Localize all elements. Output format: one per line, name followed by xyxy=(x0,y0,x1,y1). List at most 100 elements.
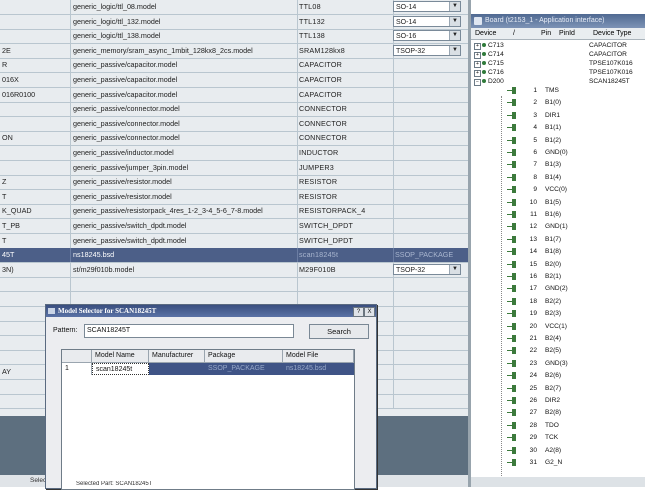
pin-row[interactable]: 9 VCC(0) xyxy=(471,185,645,194)
cell-c1[interactable]: generic_logic/ttl_132.model xyxy=(70,14,298,29)
cell-c2[interactable]: RESISTOR xyxy=(297,175,394,190)
cell-c1[interactable]: generic_passive/switch_dpdt.model xyxy=(70,219,298,233)
cell-c0[interactable]: 45T xyxy=(0,248,71,263)
pin-row[interactable]: 31 G2_N xyxy=(471,458,645,467)
cell-c3[interactable] xyxy=(393,350,467,364)
cell-c1[interactable]: generic_passive/capacitor.model xyxy=(70,73,298,87)
expand-icon[interactable]: + xyxy=(474,52,481,59)
header-device[interactable]: Device xyxy=(475,28,496,39)
cell-c2[interactable]: CONNECTOR xyxy=(297,102,394,117)
pin-row[interactable]: 28 TDO xyxy=(471,421,645,430)
cell-c3[interactable] xyxy=(393,190,467,204)
table-row[interactable]: Tgeneric_passive/resistor.model RESISTOR xyxy=(0,189,468,205)
table-row[interactable]: 45T ns18245.bsd scan18245t SSOP_PACKAGE xyxy=(0,248,468,264)
cell-c3[interactable] xyxy=(393,336,467,350)
cell-c3[interactable] xyxy=(393,131,467,145)
cell-c3[interactable] xyxy=(393,292,467,306)
cell-package[interactable]: SSOP_PACKAGE xyxy=(205,363,283,375)
cell-c1[interactable]: ns18245.bsd xyxy=(70,248,298,263)
pin-row[interactable]: 15 B2(0) xyxy=(471,260,645,269)
cell-c3[interactable]: SSOP_PACKAGE xyxy=(393,248,467,262)
cell-c2[interactable]: INDUCTOR xyxy=(297,146,394,160)
pin-row[interactable]: 23 GND(3) xyxy=(471,359,645,368)
pin-row[interactable]: 22 B2(5) xyxy=(471,346,645,355)
cell-c3[interactable] xyxy=(393,175,467,189)
table-row[interactable]: ON generic_passive/connector.model CONNECT… xyxy=(0,131,468,147)
package-select[interactable]: TSOP-32 ▼ xyxy=(393,263,461,275)
table-row[interactable]: generic_passive/jumper_3pin.model JUMPER3 xyxy=(0,160,468,176)
cell-c3[interactable] xyxy=(393,58,467,72)
cell-c2[interactable]: TTL08 xyxy=(297,0,394,14)
pin-row[interactable]: 27 B2(8) xyxy=(471,408,645,417)
table-row[interactable]: T_PB generic_passive/switch_dpdt.model SWI… xyxy=(0,219,468,234)
table-row[interactable]: generic_passive/connector.model CONNECTOR xyxy=(0,116,468,132)
table-row[interactable]: 016R0100 generic_passive/capacitor.model C… xyxy=(0,87,468,103)
table-row[interactable]: Zgeneric_passive/resistor.model RESISTOR xyxy=(0,175,468,191)
cell-c2[interactable]: SWITCH_DPDT xyxy=(297,233,394,248)
pin-row[interactable]: 26 DIR2 xyxy=(471,396,645,405)
cell-c1[interactable]: generic_passive/connector.model xyxy=(70,116,298,131)
pin-row[interactable]: 13 B1(7) xyxy=(471,235,645,244)
cell-c1[interactable]: generic_passive/connector.model xyxy=(70,131,298,146)
cell-c0[interactable]: T_PB xyxy=(0,219,71,233)
cell-c3[interactable] xyxy=(393,277,467,291)
cell-model-file[interactable]: ns18245.bsd xyxy=(283,363,354,375)
pin-row[interactable]: 3 DIR1 xyxy=(471,111,645,120)
header-device-type[interactable]: Device Type xyxy=(593,28,631,39)
pin-row[interactable]: 8 B1(4) xyxy=(471,173,645,182)
cell-c0[interactable]: K_QUAD xyxy=(0,204,71,219)
cell-c2[interactable]: CONNECTOR xyxy=(297,131,394,146)
cell-c2[interactable]: SRAM128kx8 xyxy=(297,43,394,58)
cell-c3[interactable] xyxy=(393,394,467,408)
cell-c1[interactable]: generic_passive/capacitor.model xyxy=(70,87,298,102)
header-model-name[interactable]: Model Name xyxy=(92,350,149,362)
table-row[interactable]: 2E generic_memory/sram_async_1mbit_128kx8… xyxy=(0,43,468,59)
table-row[interactable]: generic_logic/ttl_08.model TTL08 SO-14 ▼ xyxy=(0,0,468,15)
cell-c1[interactable]: generic_logic/ttl_138.model xyxy=(70,29,298,44)
cell-c2[interactable]: CAPACITOR xyxy=(297,58,394,73)
cell-c1[interactable]: generic_passive/resistor.model xyxy=(70,189,298,204)
cell-c3[interactable] xyxy=(393,365,467,379)
search-button[interactable]: Search xyxy=(309,324,369,339)
cell-c0[interactable]: 016X xyxy=(0,73,71,87)
cell-c3[interactable] xyxy=(393,204,467,218)
cell-c0[interactable] xyxy=(0,102,71,117)
table-row[interactable]: generic_passive/inductor.model INDUCTOR xyxy=(0,146,468,161)
cell-c2[interactable]: CAPACITOR xyxy=(297,73,394,87)
pin-row[interactable]: 21 B2(4) xyxy=(471,334,645,343)
cell-c1[interactable]: generic_passive/jumper_3pin.model xyxy=(70,160,298,175)
cell-c0[interactable] xyxy=(0,29,71,44)
cell-manufacturer[interactable] xyxy=(149,363,205,375)
cell-c1[interactable]: generic_passive/connector.model xyxy=(70,102,298,117)
cell-c0[interactable]: 016R0100 xyxy=(0,87,71,102)
pin-row[interactable]: 5 B1(2) xyxy=(471,136,645,145)
package-select[interactable]: SO-16 ▼ xyxy=(393,30,461,42)
header-sort[interactable]: / xyxy=(513,28,515,39)
cell-c2[interactable]: CAPACITOR xyxy=(297,87,394,102)
pin-row[interactable]: 4 B1(1) xyxy=(471,123,645,132)
pin-row[interactable]: 7 B1(3) xyxy=(471,160,645,169)
chevron-down-icon[interactable]: ▼ xyxy=(449,45,460,55)
table-row[interactable]: generic_logic/ttl_138.model TTL138 SO-16 ▼ xyxy=(0,29,468,45)
cell-c3[interactable] xyxy=(393,219,467,233)
cell-c1[interactable]: generic_memory/sram_async_1mbit_128kx8_2… xyxy=(70,43,298,58)
cell-c1[interactable]: generic_passive/resistor.model xyxy=(70,175,298,190)
expand-icon[interactable]: + xyxy=(474,43,481,50)
header-pinid[interactable]: PinId xyxy=(559,28,575,39)
expand-icon[interactable]: + xyxy=(474,70,481,77)
cell-model-name[interactable]: scan18245t xyxy=(92,363,149,375)
pin-row[interactable]: 2 B1(0) xyxy=(471,98,645,107)
cell-c0[interactable]: Z xyxy=(0,175,71,190)
header-package[interactable]: Package xyxy=(205,350,283,362)
collapse-icon[interactable]: − xyxy=(474,79,481,86)
header-model-file[interactable]: Model File xyxy=(283,350,354,362)
cell-c0[interactable] xyxy=(0,14,71,29)
board-panel-scrollbar[interactable] xyxy=(471,477,645,487)
table-row[interactable]: 016X generic_passive/capacitor.model CAPAC… xyxy=(0,73,468,88)
cell-c3[interactable] xyxy=(393,146,467,160)
cell-c3[interactable] xyxy=(393,73,467,87)
pin-row[interactable]: 25 B2(7) xyxy=(471,384,645,393)
cell-c1[interactable] xyxy=(70,277,298,292)
cell-c3[interactable] xyxy=(393,117,467,131)
header-manufacturer[interactable]: Manufacturer xyxy=(149,350,205,362)
